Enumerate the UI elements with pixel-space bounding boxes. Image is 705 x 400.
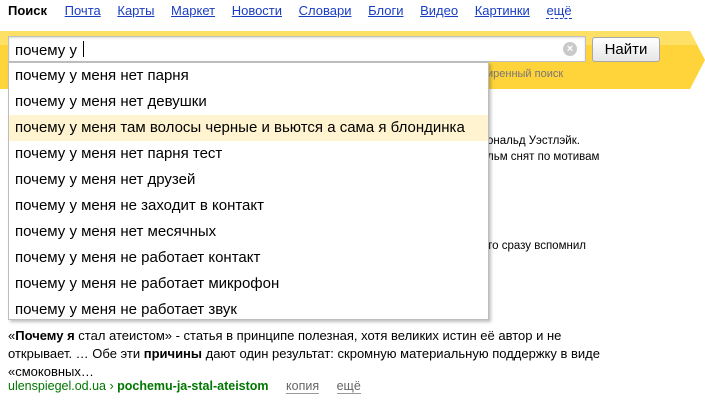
suggestion-item[interactable]: почему у меня не работает звук — [9, 297, 488, 323]
search-input-value: почему у — [15, 41, 85, 59]
result-url-line: ulenspiegel.od.ua › pochemu-ja-stal-atei… — [8, 379, 361, 394]
nav-current-search: Поиск — [8, 3, 48, 18]
bg-text-line1: ональд Уэстлэйк. — [487, 135, 580, 147]
result-title-rest[interactable]: стал атеистом» — [75, 328, 172, 343]
search-result-snippet: «Почему я стал атеистом» - статья в прин… — [8, 327, 628, 381]
suggestion-item[interactable]: почему у меня нет месячных — [9, 219, 488, 245]
suggestion-item[interactable]: почему у меня нет друзей — [9, 167, 488, 193]
nav-link-market[interactable]: Маркет — [171, 3, 215, 18]
suggestion-item[interactable]: почему у меня не работает микрофон — [9, 271, 488, 297]
nav-more-link[interactable]: ещё — [546, 3, 572, 19]
search-button[interactable]: Найти — [592, 37, 660, 62]
result-path-link[interactable]: pochemu-ja-stal-ateistom — [117, 379, 268, 393]
result-copy-link[interactable]: копия — [286, 379, 320, 394]
nav-link-news[interactable]: Новости — [232, 3, 282, 18]
result-url-separator: › — [106, 379, 118, 393]
advanced-search-link[interactable]: иренный поиск — [487, 68, 563, 80]
nav-link-dictionaries[interactable]: Словари — [299, 3, 352, 18]
result-host-link[interactable]: ulenspiegel.od.ua — [8, 379, 106, 393]
clear-icon[interactable]: × — [563, 42, 577, 56]
suggestion-item[interactable]: почему у меня нет парня тест — [9, 141, 488, 167]
suggestion-item-highlighted[interactable]: почему у меня там волосы черные и вьются… — [9, 115, 488, 141]
result-snippet-bold: причины — [143, 346, 203, 361]
nav-link-video[interactable]: Видео — [420, 3, 458, 18]
suggestions-dropdown: почему у меня нет парня почему у меня не… — [8, 62, 489, 320]
top-nav: Поиск Почта Карты Маркет Новости Словари… — [8, 3, 585, 19]
nav-link-maps[interactable]: Карты — [117, 3, 154, 18]
nav-link-mail[interactable]: Почта — [65, 3, 101, 18]
suggestion-item[interactable]: почему у меня не работает контакт — [9, 245, 488, 271]
search-input[interactable]: почему у × — [8, 36, 586, 62]
nav-link-blogs[interactable]: Блоги — [368, 3, 403, 18]
suggestion-item[interactable]: почему у меня нет девушки — [9, 89, 488, 115]
suggestion-item[interactable]: почему у меня не заходит в контакт — [9, 193, 488, 219]
bg-text-line3: то сразу вспомнил — [487, 240, 586, 252]
bg-text-line2: льм снят по мотивам — [487, 151, 600, 163]
result-title-bold[interactable]: Почему я — [15, 328, 74, 343]
suggestion-item[interactable]: почему у меня нет парня — [9, 63, 488, 89]
nav-link-images[interactable]: Картинки — [475, 3, 530, 18]
result-more-link[interactable]: ещё — [336, 379, 361, 394]
